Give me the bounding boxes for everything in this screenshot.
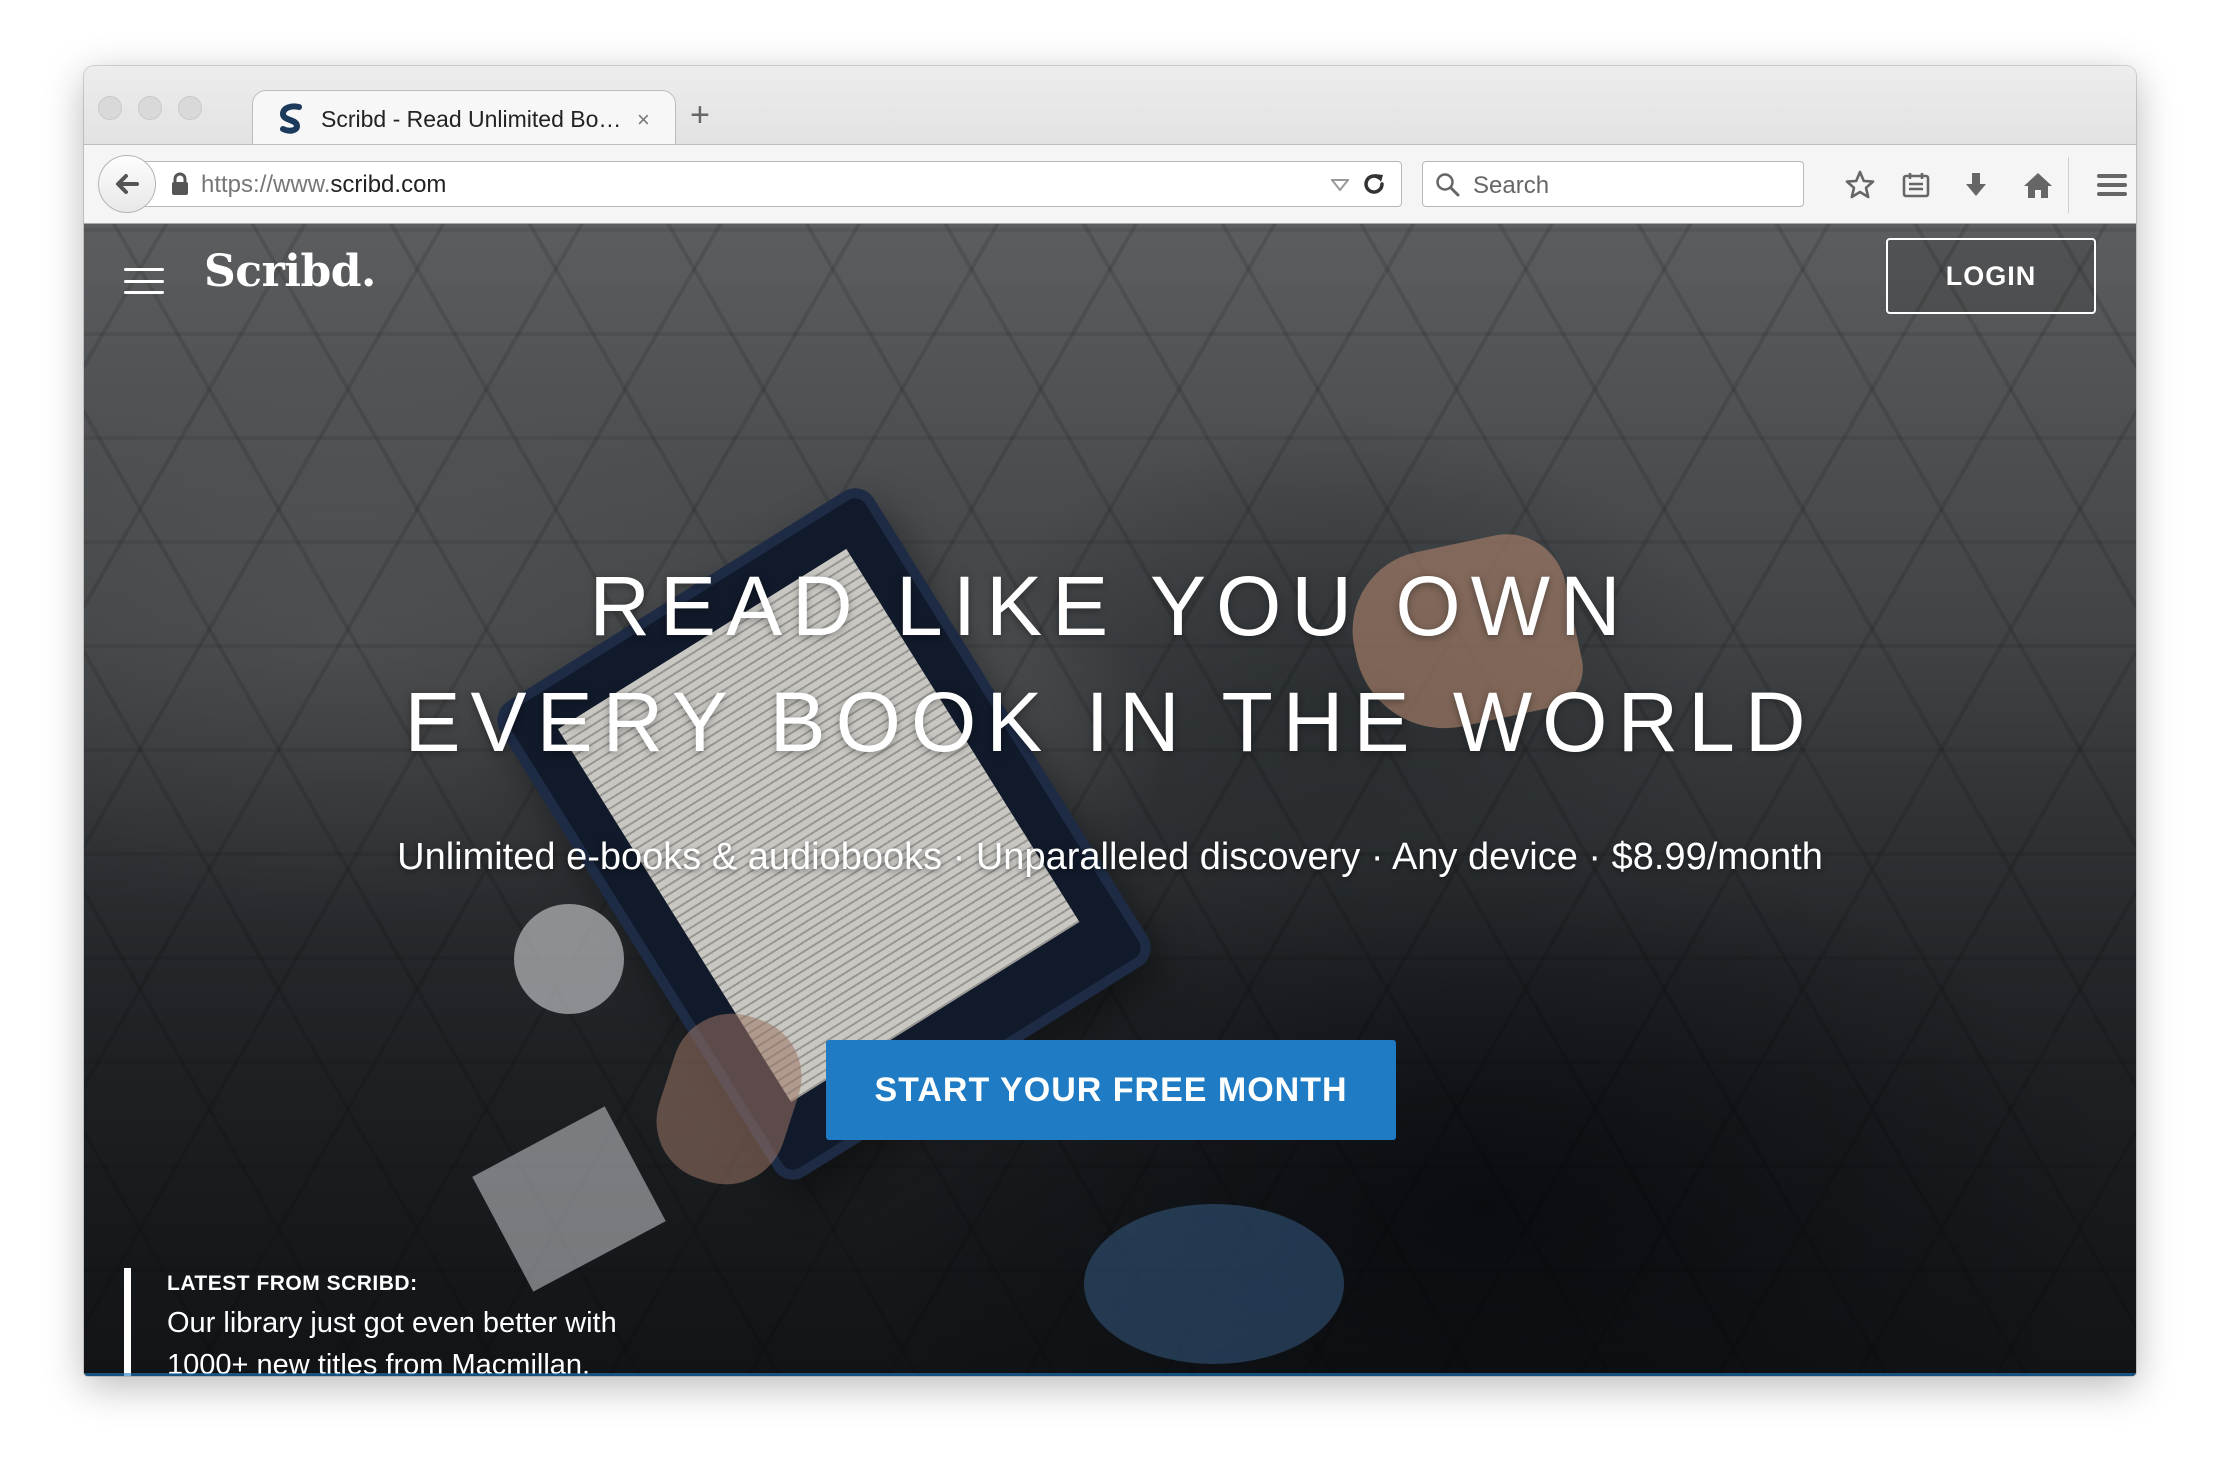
- lock-icon: [171, 172, 189, 201]
- url-bar[interactable]: https://www.scribd.com: [140, 161, 1402, 207]
- close-window-button[interactable]: [98, 96, 122, 120]
- url-text: https://www.scribd.com: [201, 171, 446, 199]
- url-host: scribd.com: [330, 171, 447, 198]
- hero-headline-line2: EVERY BOOK IN THE WORLD: [404, 675, 1816, 769]
- latest-news-label: LATEST FROM SCRIBD:: [167, 1272, 418, 1295]
- search-field[interactable]: Search: [1422, 161, 1804, 207]
- tab-title: Scribd - Read Unlimited Books, Audiobook…: [321, 106, 623, 132]
- new-tab-button[interactable]: +: [690, 98, 710, 132]
- search-icon: [1435, 172, 1461, 203]
- tab-close-icon[interactable]: ×: [637, 107, 650, 133]
- hero-paper-image: [472, 1106, 666, 1292]
- bookmark-star-icon[interactable]: [1842, 167, 1878, 203]
- site-menu-icon[interactable]: [124, 268, 164, 294]
- login-button[interactable]: LOGIN: [1886, 238, 2096, 314]
- zoom-window-button[interactable]: [178, 96, 202, 120]
- hero-headline-line1: READ LIKE YOU OWN: [589, 559, 1631, 653]
- url-scheme: https://www.: [201, 171, 331, 198]
- browser-window: Scribd - Read Unlimited Books, Audiobook…: [84, 66, 2136, 1376]
- download-icon[interactable]: [1958, 167, 1994, 203]
- scribd-logo[interactable]: Scribd.: [204, 246, 376, 297]
- hero-shirt-image: [1084, 1204, 1344, 1364]
- hero-coffee-cup-image: [514, 904, 624, 1014]
- scribd-favicon-icon: [275, 102, 309, 137]
- latest-news-text[interactable]: Our library just got even better with 10…: [167, 1302, 687, 1376]
- minimize-window-button[interactable]: [138, 96, 162, 120]
- toolbar-separator: [2068, 157, 2069, 213]
- page-bottom-edge: [84, 1373, 2136, 1376]
- back-arrow-icon: [116, 174, 139, 194]
- home-icon[interactable]: [2020, 167, 2056, 203]
- reading-list-icon[interactable]: [1898, 167, 1934, 203]
- start-free-month-button[interactable]: START YOUR FREE MONTH: [826, 1040, 1396, 1140]
- hamburger-menu-icon[interactable]: [2094, 167, 2130, 203]
- tab-strip: Scribd - Read Unlimited Books, Audiobook…: [84, 66, 2136, 148]
- navigation-bar: https://www.scribd.com Search: [84, 144, 2136, 224]
- site-header: Scribd. LOGIN: [84, 224, 2136, 314]
- back-button[interactable]: [98, 155, 156, 213]
- reload-icon[interactable]: [1361, 171, 1387, 202]
- browser-tab-scribd[interactable]: Scribd - Read Unlimited Books, Audiobook…: [252, 90, 676, 148]
- url-history-dropdown-icon[interactable]: [1329, 178, 1351, 196]
- latest-news-callout[interactable]: LATEST FROM SCRIBD: Our library just got…: [124, 1268, 687, 1376]
- scribd-homepage: Scribd. LOGIN READ LIKE YOU OWN EVERY BO…: [84, 224, 2136, 1376]
- hero-subheadline: Unlimited e-books & audiobooks · Unparal…: [397, 836, 1823, 878]
- search-placeholder: Search: [1473, 172, 1550, 199]
